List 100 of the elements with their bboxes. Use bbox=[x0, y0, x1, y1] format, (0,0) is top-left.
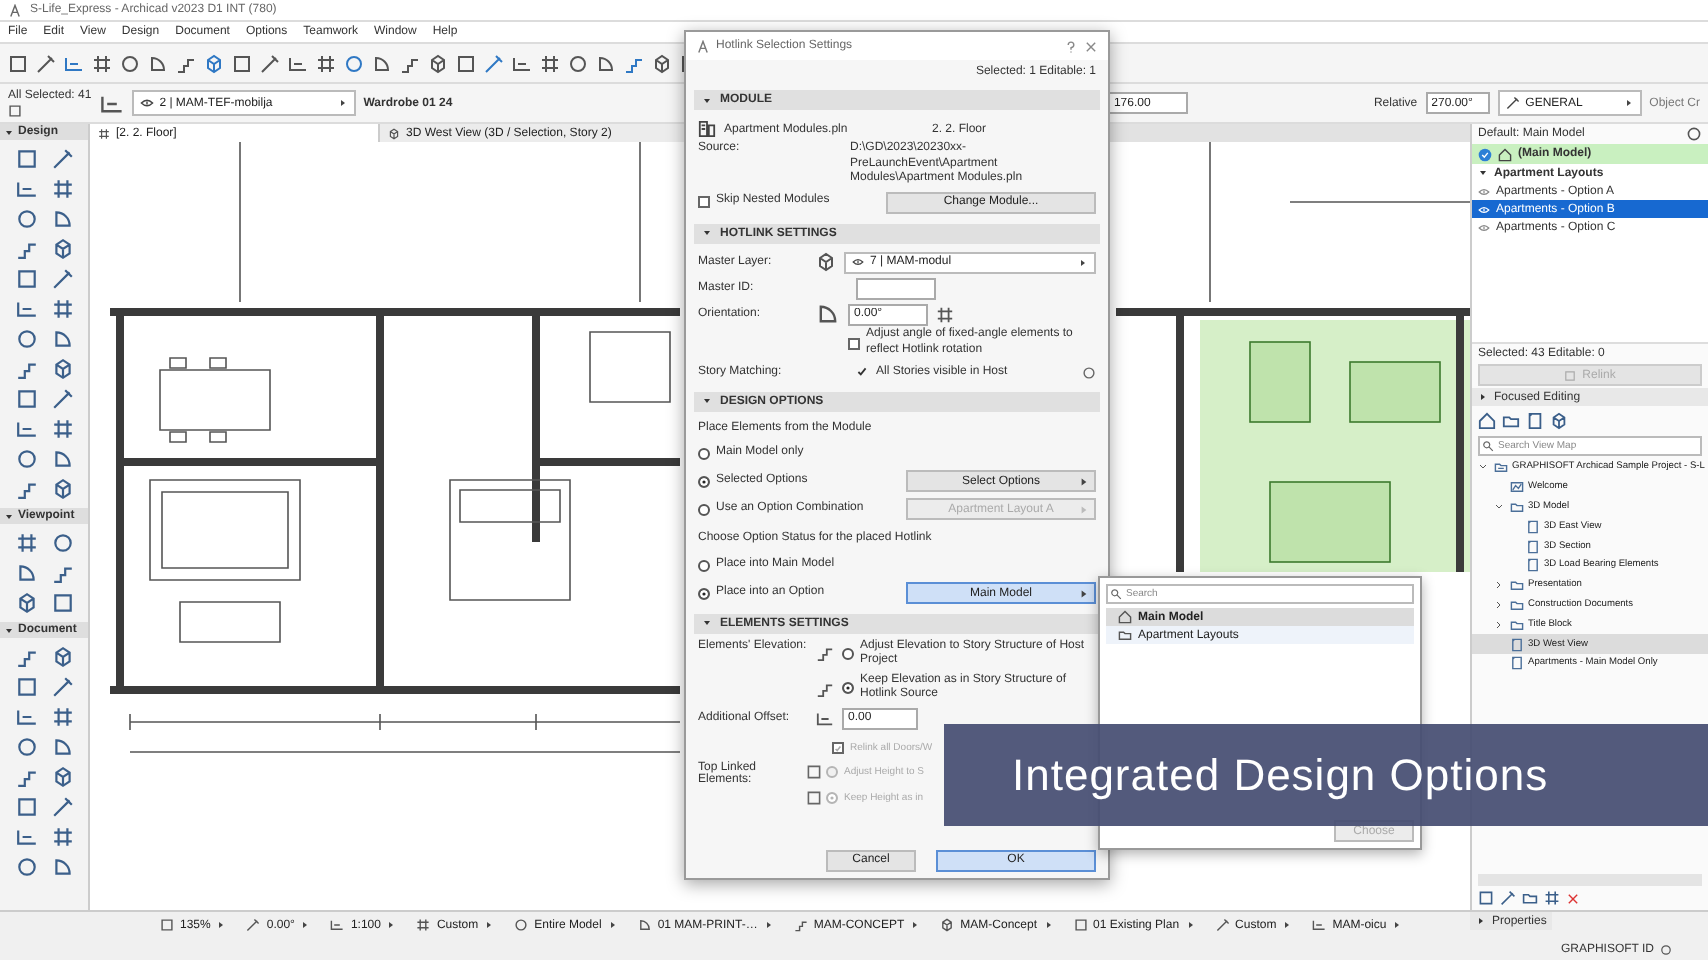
tool-icon[interactable] bbox=[15, 736, 37, 758]
collapse-icon bbox=[1478, 168, 1488, 178]
toolbar-icon[interactable] bbox=[484, 53, 504, 73]
radio-button[interactable] bbox=[698, 587, 710, 599]
tool-icon[interactable] bbox=[51, 796, 73, 818]
toolbar-icon[interactable] bbox=[512, 53, 532, 73]
tool-icon[interactable] bbox=[15, 388, 37, 410]
tool-icon[interactable] bbox=[15, 856, 37, 878]
radio-button[interactable] bbox=[698, 447, 710, 459]
tool-icon[interactable] bbox=[51, 418, 73, 440]
tool-icon[interactable] bbox=[15, 826, 37, 848]
navigator-icon[interactable] bbox=[1544, 890, 1560, 906]
tool-icon[interactable] bbox=[51, 328, 73, 350]
tool-icon[interactable] bbox=[15, 766, 37, 788]
tool-icon[interactable] bbox=[51, 676, 73, 698]
status-icon bbox=[793, 918, 808, 932]
navigator-icon[interactable] bbox=[1522, 890, 1538, 906]
tool-icon[interactable] bbox=[51, 736, 73, 758]
collapse-icon bbox=[702, 95, 712, 105]
caret-icon bbox=[484, 920, 495, 930]
tool-icon[interactable] bbox=[51, 478, 73, 500]
checkbox[interactable] bbox=[848, 337, 860, 349]
tool-icon[interactable] bbox=[51, 208, 73, 230]
caret-icon bbox=[1392, 920, 1403, 930]
checkbox[interactable] bbox=[698, 196, 710, 208]
eye-icon bbox=[1478, 221, 1490, 233]
status-icon bbox=[416, 918, 431, 932]
radio-button[interactable] bbox=[698, 475, 710, 487]
navigator-icon[interactable] bbox=[1478, 890, 1494, 906]
house-icon bbox=[1118, 610, 1132, 624]
tool-icon[interactable] bbox=[15, 796, 37, 818]
tool-icon[interactable] bbox=[15, 706, 37, 728]
tool-icon[interactable] bbox=[15, 646, 37, 668]
eye-icon bbox=[1478, 203, 1490, 215]
toolbar-icon[interactable] bbox=[652, 53, 672, 73]
radio-button[interactable] bbox=[842, 682, 854, 695]
toolbar-icon[interactable] bbox=[288, 53, 308, 73]
tool-icon[interactable] bbox=[51, 358, 73, 380]
tool-icon[interactable] bbox=[15, 592, 37, 614]
master-id-field[interactable] bbox=[856, 277, 936, 299]
close-icon[interactable] bbox=[1566, 891, 1580, 905]
tool-icon[interactable] bbox=[51, 448, 73, 470]
tool-icon[interactable] bbox=[51, 298, 73, 320]
caret-icon bbox=[337, 98, 348, 108]
tool-icon[interactable] bbox=[51, 148, 73, 170]
tool-icon[interactable] bbox=[51, 238, 73, 260]
tool-icon[interactable] bbox=[15, 268, 37, 290]
toolbar-icon[interactable] bbox=[8, 53, 28, 73]
help-icon[interactable] bbox=[1064, 39, 1078, 53]
tool-icon[interactable] bbox=[51, 856, 73, 878]
eye-icon bbox=[139, 96, 154, 110]
tool-icon[interactable] bbox=[51, 826, 73, 848]
toolbar-icon[interactable] bbox=[64, 53, 84, 73]
toolbar-icon[interactable] bbox=[456, 53, 476, 73]
toolbar-icon[interactable] bbox=[428, 53, 448, 73]
tool-icon[interactable] bbox=[15, 448, 37, 470]
object-icon bbox=[8, 103, 22, 117]
toolbar-icon[interactable] bbox=[232, 53, 252, 73]
tool-icon[interactable] bbox=[51, 706, 73, 728]
tool-icon[interactable] bbox=[51, 268, 73, 290]
file-icon bbox=[698, 120, 716, 138]
toolbar-icon[interactable] bbox=[316, 53, 336, 73]
tool-icon[interactable] bbox=[51, 532, 73, 554]
tool-icon[interactable] bbox=[15, 478, 37, 500]
tool-icon[interactable] bbox=[51, 766, 73, 788]
tool-icon[interactable] bbox=[15, 148, 37, 170]
toolbar-icon[interactable] bbox=[204, 53, 224, 73]
tool-icon[interactable] bbox=[15, 238, 37, 260]
tool-icon[interactable] bbox=[51, 178, 73, 200]
caret-icon bbox=[763, 920, 774, 930]
tool-icon[interactable] bbox=[15, 532, 37, 554]
tool-icon[interactable] bbox=[51, 646, 73, 668]
tool-icon[interactable] bbox=[15, 418, 37, 440]
toolbar-icon[interactable] bbox=[36, 53, 56, 73]
toolbar-icon[interactable] bbox=[540, 53, 560, 73]
radio-button[interactable] bbox=[698, 503, 710, 515]
project-icon bbox=[1494, 460, 1508, 475]
radio-button[interactable] bbox=[842, 647, 854, 660]
app-logo-icon bbox=[8, 3, 22, 17]
tool-icon[interactable] bbox=[51, 562, 73, 584]
search-icon bbox=[1110, 588, 1122, 600]
tool-icon[interactable] bbox=[15, 208, 37, 230]
navigator-icon[interactable] bbox=[1550, 411, 1568, 429]
toolbar-icon[interactable] bbox=[92, 53, 112, 73]
tool-icon[interactable] bbox=[15, 178, 37, 200]
tool-icon[interactable] bbox=[15, 358, 37, 380]
tool-icon[interactable] bbox=[51, 592, 73, 614]
caret-icon bbox=[1078, 504, 1090, 516]
radio-button[interactable] bbox=[698, 559, 710, 571]
navigator-icon[interactable] bbox=[1500, 890, 1516, 906]
tool-icon[interactable] bbox=[99, 91, 124, 115]
tool-icon[interactable] bbox=[15, 562, 37, 584]
tool-icon[interactable] bbox=[15, 298, 37, 320]
navigator-icon[interactable] bbox=[1526, 411, 1544, 429]
tool-icon[interactable] bbox=[15, 328, 37, 350]
close-icon[interactable] bbox=[1084, 39, 1098, 53]
view-icon bbox=[1526, 539, 1540, 554]
tool-icon[interactable] bbox=[51, 388, 73, 410]
toolbar-icon[interactable] bbox=[260, 53, 280, 73]
tool-icon[interactable] bbox=[15, 676, 37, 698]
